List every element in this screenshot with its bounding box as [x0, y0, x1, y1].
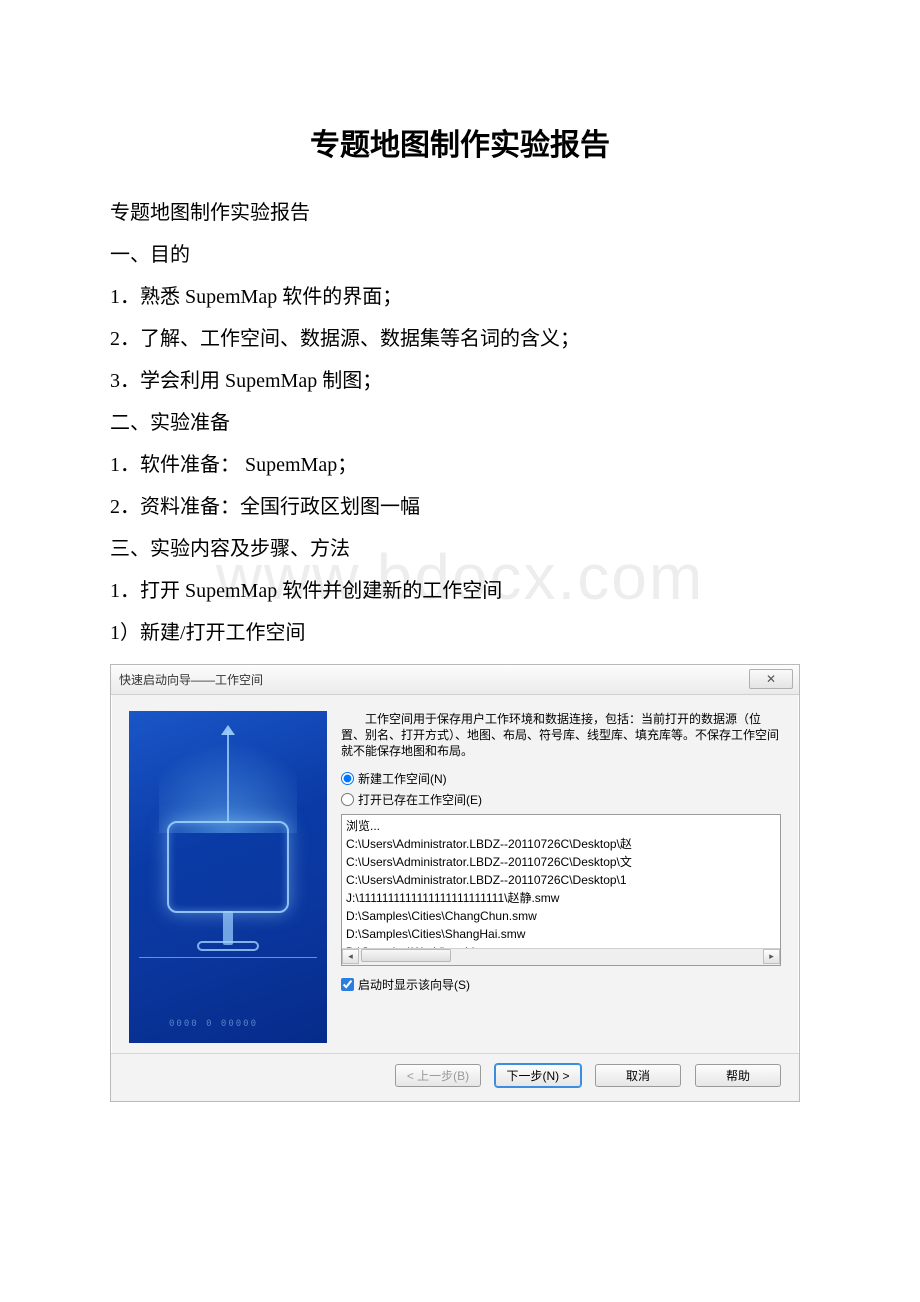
text-span: SupemMap: [225, 370, 317, 392]
body-line: 1．软件准备： SupemMap；: [110, 444, 810, 486]
checkbox-label: 启动时显示该向导(S): [358, 976, 470, 993]
dialog-titlebar: 快速启动向导——工作空间 ✕: [111, 665, 799, 695]
monitor-icon: [167, 821, 289, 913]
decorative-dots: 0000 0 00000: [169, 1019, 258, 1029]
body-line: 1．熟悉 SupemMap 软件的界面；: [110, 276, 810, 318]
radio-open-workspace[interactable]: 打开已存在工作空间(E): [341, 791, 781, 808]
document-title: 专题地图制作实验报告: [110, 120, 810, 164]
section-heading: 二、实验准备: [110, 402, 810, 444]
radio-label: 新建工作空间(N): [358, 770, 447, 787]
list-item[interactable]: C:\Users\Administrator.LBDZ--20110726C\D…: [346, 871, 776, 889]
body-line: 1．打开 SupemMap 软件并创建新的工作空间: [110, 570, 810, 612]
list-item[interactable]: D:\Samples\Cities\ChangChun.smw: [346, 907, 776, 925]
radio-input[interactable]: [341, 772, 354, 785]
text-span: 1．打开: [110, 580, 185, 602]
prev-button: < 上一步(B): [395, 1064, 481, 1087]
body-line: 3．学会利用 SupemMap 制图；: [110, 360, 810, 402]
close-icon: ✕: [766, 672, 776, 686]
dialog-description: 工作空间用于保存用户工作环境和数据连接，包括：当前打开的数据源（位置、别名、打开…: [341, 711, 781, 760]
text-span: SupemMap: [185, 286, 277, 308]
body-line: 2．资料准备：全国行政区划图一幅: [110, 486, 810, 528]
list-item-browse[interactable]: 浏览...: [346, 817, 776, 835]
checkbox-input[interactable]: [341, 978, 354, 991]
body-line: 2．了解、工作空间、数据源、数据集等名词的含义；: [110, 318, 810, 360]
text-span: SupemMap: [245, 454, 337, 476]
radio-new-workspace[interactable]: 新建工作空间(N): [341, 770, 781, 787]
scroll-track[interactable]: [359, 949, 763, 964]
radio-input[interactable]: [341, 793, 354, 806]
list-item[interactable]: C:\Users\Administrator.LBDZ--20110726C\D…: [346, 835, 776, 853]
text-span: ；: [337, 454, 357, 476]
show-wizard-checkbox[interactable]: 启动时显示该向导(S): [341, 976, 781, 993]
list-item[interactable]: C:\Users\Administrator.LBDZ--20110726C\D…: [346, 853, 776, 871]
recent-workspace-listbox[interactable]: 浏览... C:\Users\Administrator.LBDZ--20110…: [341, 814, 781, 966]
subtitle-line: 专题地图制作实验报告: [110, 192, 810, 234]
dialog-footer: < 上一步(B) 下一步(N) > 取消 帮助: [111, 1053, 799, 1101]
list-item[interactable]: D:\Samples\Cities\ShangHai.smw: [346, 925, 776, 943]
list-item[interactable]: J:\1111111111111111111111111\赵静.smw: [346, 889, 776, 907]
body-line: 1）新建/打开工作空间: [110, 612, 810, 654]
wizard-side-image: 0000 0 00000: [129, 711, 327, 1043]
dialog-title: 快速启动向导——工作空间: [119, 671, 263, 688]
close-button[interactable]: ✕: [749, 669, 793, 689]
text-span: 软件并创建新的工作空间: [277, 580, 502, 602]
text-span: 1．熟悉: [110, 286, 185, 308]
text-span: 3．学会利用: [110, 370, 225, 392]
help-button[interactable]: 帮助: [695, 1064, 781, 1087]
text-span: SupemMap: [185, 580, 277, 602]
scroll-left-arrow-icon[interactable]: ◂: [342, 949, 359, 964]
scroll-right-arrow-icon[interactable]: ▸: [763, 949, 780, 964]
next-button[interactable]: 下一步(N) >: [495, 1064, 581, 1087]
section-heading: 一、目的: [110, 234, 810, 276]
wizard-dialog: 快速启动向导——工作空间 ✕ 0000 0 00000 工作: [110, 664, 800, 1102]
text-span: 软件的界面；: [277, 286, 402, 308]
horizontal-scrollbar[interactable]: ◂ ▸: [342, 948, 780, 965]
section-heading: 三、实验内容及步骤、方法: [110, 528, 810, 570]
radio-label: 打开已存在工作空间(E): [358, 791, 482, 808]
scroll-thumb[interactable]: [361, 949, 451, 962]
text-span: 1．软件准备：: [110, 454, 245, 476]
cancel-button[interactable]: 取消: [595, 1064, 681, 1087]
text-span: 制图；: [317, 370, 382, 392]
